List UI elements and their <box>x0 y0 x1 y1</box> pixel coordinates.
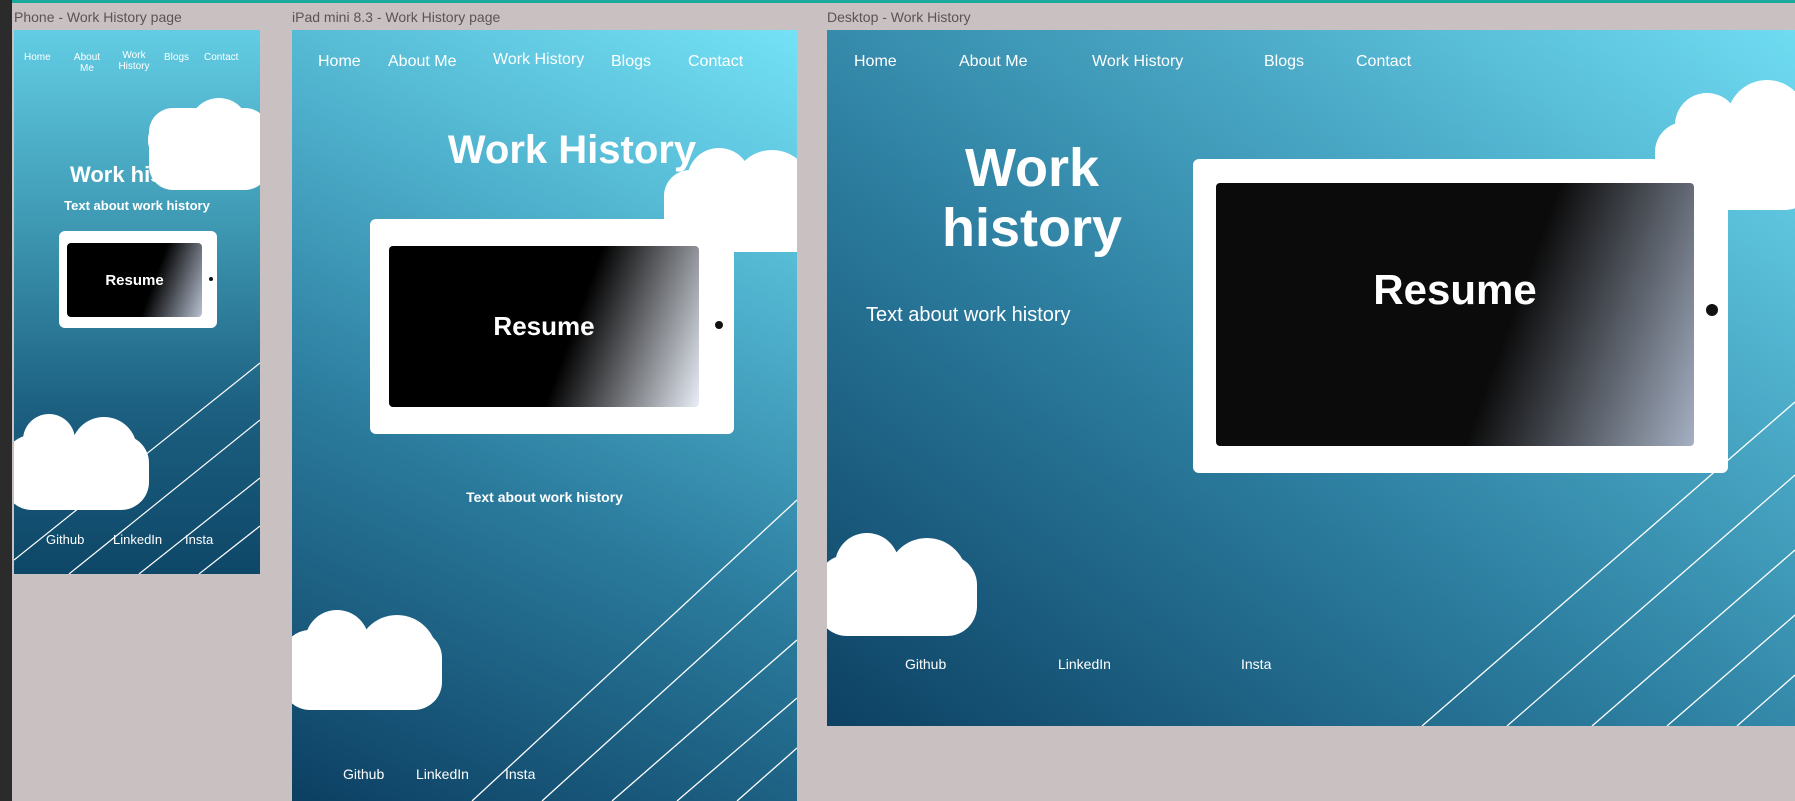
tablet-camera-dot-icon <box>209 277 213 281</box>
resume-tablet[interactable]: Resume <box>59 231 217 328</box>
resume-tablet[interactable]: Resume <box>370 219 734 434</box>
page-title: Work history <box>912 138 1152 258</box>
editor-left-rail <box>0 0 12 801</box>
nav-contact[interactable]: Contact <box>688 53 743 71</box>
phone-frame: Home About Me Work History Blogs Contact… <box>14 30 260 574</box>
nav-contact[interactable]: Contact <box>1356 53 1411 71</box>
resume-tablet[interactable]: Resume <box>1193 159 1728 473</box>
cloud-icon <box>292 610 442 710</box>
nav-about-me[interactable]: About Me <box>69 52 105 74</box>
page-title: Work history <box>69 162 205 187</box>
nav-about-me[interactable]: About Me <box>388 53 456 71</box>
footer-github[interactable]: Github <box>46 532 84 547</box>
nav-about-me[interactable]: About Me <box>959 53 1027 71</box>
resume-screen[interactable]: Resume <box>67 243 202 317</box>
page-title-line1: Work <box>964 138 1100 198</box>
footer-insta[interactable]: Insta <box>185 532 213 547</box>
nav-blogs[interactable]: Blogs <box>1264 53 1304 71</box>
resume-label: Resume <box>493 311 595 341</box>
nav-work-history[interactable]: Work History <box>493 51 584 69</box>
nav-home[interactable]: Home <box>24 52 51 63</box>
footer-github[interactable]: Github <box>905 656 946 672</box>
ipad-frame-label[interactable]: iPad mini 8.3 - Work History page <box>292 9 500 25</box>
page-subtitle: Text about work history <box>866 304 1071 326</box>
nav-work-history[interactable]: Work History <box>114 50 154 72</box>
nav-blogs[interactable]: Blogs <box>164 52 189 63</box>
footer-github[interactable]: Github <box>343 766 384 782</box>
cloud-icon <box>14 414 149 510</box>
ipad-frame: Home About Me Work History Blogs Contact… <box>292 30 797 801</box>
phone-frame-label[interactable]: Phone - Work History page <box>14 9 182 25</box>
nav-home[interactable]: Home <box>854 53 897 71</box>
resume-label: Resume <box>1373 265 1537 313</box>
desktop-frame-label[interactable]: Desktop - Work History <box>827 9 971 25</box>
tablet-camera-dot-icon <box>715 321 723 329</box>
footer-insta[interactable]: Insta <box>1241 656 1271 672</box>
page-subtitle: Text about work history <box>466 489 623 505</box>
footer-linkedin[interactable]: LinkedIn <box>1058 656 1111 672</box>
ipad-diagonal-lines <box>471 499 797 801</box>
cloud-icon <box>827 533 977 636</box>
page-title-line2: history <box>941 198 1123 258</box>
desktop-frame: Home About Me Work History Blogs Contact… <box>827 30 1795 726</box>
footer-linkedin[interactable]: LinkedIn <box>113 532 162 547</box>
canvas-top-accent-line <box>0 0 1795 3</box>
nav-work-history[interactable]: Work History <box>1092 53 1183 71</box>
tablet-camera-dot-icon <box>1706 304 1718 316</box>
footer-insta[interactable]: Insta <box>505 766 535 782</box>
resume-label: Resume <box>105 271 164 289</box>
resume-screen[interactable]: Resume <box>1216 183 1694 446</box>
page-subtitle: Text about work history <box>64 198 210 213</box>
nav-contact[interactable]: Contact <box>204 52 238 63</box>
footer-linkedin[interactable]: LinkedIn <box>416 766 469 782</box>
nav-blogs[interactable]: Blogs <box>611 53 651 71</box>
page-title: Work History <box>447 128 697 172</box>
resume-screen[interactable]: Resume <box>389 246 699 407</box>
nav-home[interactable]: Home <box>318 53 361 71</box>
